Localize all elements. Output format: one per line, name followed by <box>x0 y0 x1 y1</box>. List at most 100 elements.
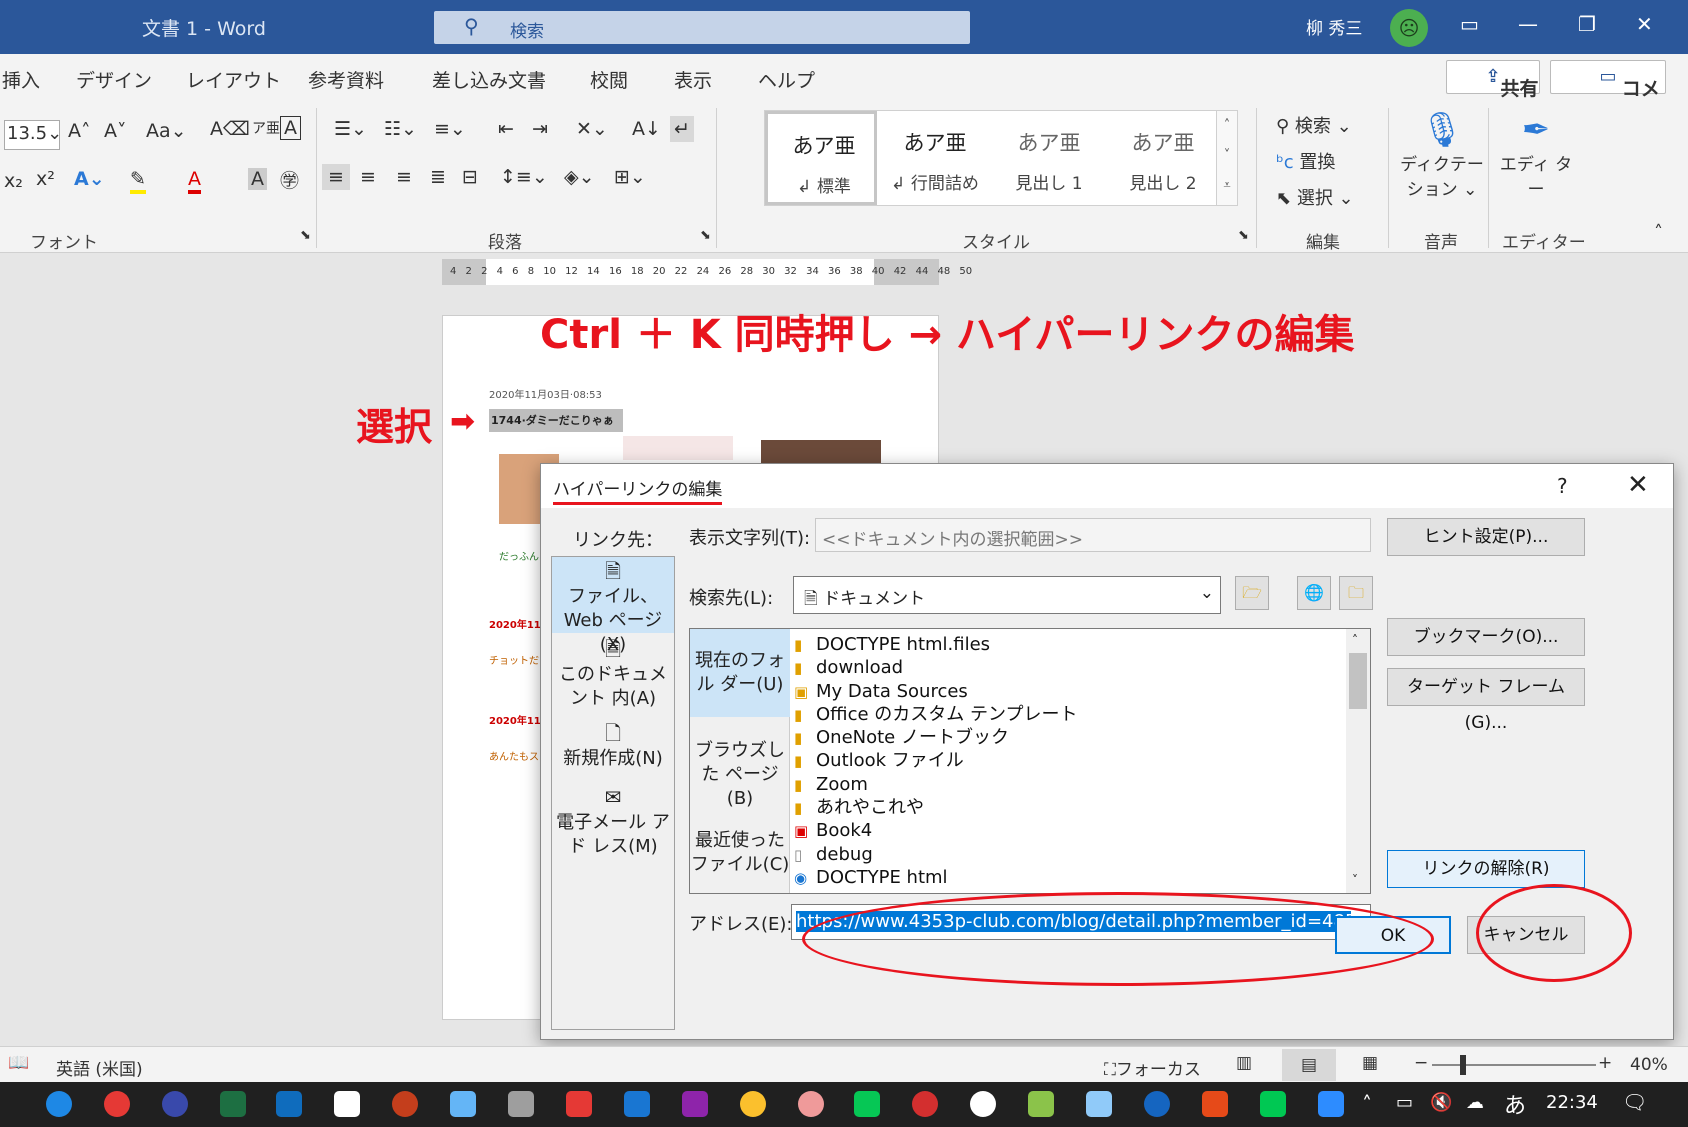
list-item[interactable]: ▮ Zoom <box>794 773 1344 796</box>
tab-layout[interactable]: レイアウト <box>186 66 281 93</box>
app3-taskbar-icon[interactable] <box>912 1091 938 1117</box>
editor-button[interactable]: ✒ エディ ター <box>1498 110 1574 200</box>
google-taskbar-icon[interactable] <box>970 1091 996 1117</box>
loc-browsed-pages[interactable]: ブラウズした ページ(B) <box>690 739 790 811</box>
avatar[interactable]: ☹ <box>1390 9 1428 47</box>
text-effects-icon[interactable]: A⌄ <box>74 168 105 190</box>
youtube-taskbar-icon[interactable] <box>566 1091 592 1117</box>
zoom-in-icon[interactable]: + <box>1598 1053 1612 1073</box>
list-item[interactable]: ▮ DOCTYPE html.files <box>794 633 1344 656</box>
align-center-icon[interactable]: ≡ <box>360 166 376 188</box>
edit-replace-button[interactable]: ᵇc 置換 <box>1276 148 1335 174</box>
focus-button[interactable]: ⛶フォーカス <box>1104 1055 1201 1080</box>
onedrive-taskbar-icon[interactable] <box>1144 1091 1170 1117</box>
edit-select-button[interactable]: ⬉ 選択 ⌄ <box>1276 184 1354 210</box>
clear-format-icon[interactable]: A⌫ <box>210 118 250 140</box>
share-button[interactable]: ⇪ 共有 <box>1446 60 1540 100</box>
notification-icon[interactable]: 🗨 <box>1622 1090 1647 1114</box>
tab-view[interactable]: 表示 <box>674 66 712 93</box>
list-item[interactable]: ▮ Office のカスタム テンプレート <box>794 703 1344 726</box>
amazon-taskbar-icon[interactable] <box>334 1091 360 1117</box>
nav-file-web[interactable]: 🗎 ファイル、Web ページ(X) <box>552 557 674 655</box>
up-folder-button[interactable]: 🗁 <box>1235 576 1269 610</box>
browse-web-button[interactable]: 🌐 <box>1297 576 1331 610</box>
list-item[interactable]: ▮ OneNote ノートブック <box>794 726 1344 749</box>
line-spacing-icon[interactable]: ↕≡⌄ <box>500 166 548 188</box>
read-mode-icon[interactable]: 📖 <box>8 1053 29 1073</box>
tab-references[interactable]: 参考資料 <box>308 66 384 93</box>
nav-this-document[interactable]: 🗎 このドキュメント 内(A) <box>552 637 674 713</box>
close-icon[interactable]: ✕ <box>1636 12 1653 36</box>
char-shading-icon[interactable]: A <box>248 168 267 190</box>
app2-taskbar-icon[interactable] <box>798 1091 824 1117</box>
tab-mailings[interactable]: 差し込み文書 <box>432 66 546 93</box>
zoom-slider[interactable] <box>1432 1064 1596 1066</box>
search-box[interactable]: ⚲ 検索 <box>434 11 970 44</box>
chrome-taskbar-icon[interactable] <box>104 1091 130 1117</box>
palette-taskbar-icon[interactable] <box>740 1091 766 1117</box>
app-taskbar-icon[interactable] <box>450 1091 476 1117</box>
multilevel-list-icon[interactable]: ≡⌄ <box>434 118 466 140</box>
style-heading2[interactable]: あア亜 見出し 2 <box>1107 111 1219 205</box>
list-item[interactable]: ▣ Book4 <box>794 819 1344 842</box>
web-layout-icon[interactable]: ▦ <box>1362 1053 1378 1073</box>
align-left-icon[interactable]: ≡ <box>322 164 350 190</box>
style-normal[interactable]: あア亜 ↲ 標準 <box>765 111 877 205</box>
highlight-icon[interactable]: ✎ <box>130 168 146 194</box>
restore-icon[interactable]: ❐ <box>1578 12 1596 36</box>
loc-recent-files[interactable]: 最近使った ファイル(C) <box>690 829 790 877</box>
tab-review[interactable]: 校閲 <box>590 66 628 93</box>
zoom-slider-thumb[interactable] <box>1460 1055 1466 1075</box>
sort-icon[interactable]: A↓ <box>632 118 661 140</box>
nav-email[interactable]: ✉ 電子メール アド レス(M) <box>552 785 674 861</box>
printer-taskbar-icon[interactable] <box>508 1091 534 1117</box>
doc-selected-text[interactable]: 1744·ダミーだこりゃぁ <box>489 409 623 432</box>
nav-new-document[interactable]: 🗋 新規作成(N) <box>552 721 674 781</box>
shading-icon[interactable]: ◈⌄ <box>564 166 595 188</box>
borders-icon[interactable]: ⊞⌄ <box>614 166 646 188</box>
minimize-icon[interactable]: — <box>1518 12 1538 36</box>
font-color-icon[interactable]: A <box>188 168 201 194</box>
list-item[interactable]: ▮ Outlook ファイル <box>794 749 1344 772</box>
align-right-icon[interactable]: ≡ <box>396 166 412 188</box>
justify-icon[interactable]: ≣ <box>430 166 446 188</box>
ime-indicator[interactable]: あ <box>1504 1088 1526 1120</box>
file-list-scrollbar[interactable]: ˄ ˅ <box>1346 629 1370 893</box>
increase-indent-icon[interactable]: ⇥ <box>532 118 548 140</box>
volume-icon[interactable]: 🔇 <box>1430 1092 1452 1113</box>
user-name[interactable]: 柳 秀三 <box>1306 14 1362 39</box>
print-layout-icon[interactable]: ▤ <box>1282 1049 1336 1081</box>
app5-taskbar-icon[interactable] <box>1086 1091 1112 1117</box>
list-item[interactable]: ▣ My Data Sources <box>794 680 1344 703</box>
list-item[interactable]: ▯ debug <box>794 843 1344 866</box>
shrink-font-icon[interactable]: A˅ <box>104 120 127 142</box>
language-indicator[interactable]: 英語 (米国) <box>56 1055 143 1080</box>
play-taskbar-icon[interactable] <box>1260 1091 1286 1117</box>
edit-find-button[interactable]: ⚲ 検索 ⌄ <box>1276 112 1352 138</box>
tab-insert[interactable]: 挿入 <box>2 66 40 93</box>
style-no-spacing[interactable]: あア亜 ↲ 行間詰め <box>879 111 991 205</box>
style-gallery-scroll[interactable]: ˄ ˅ ⩡ <box>1216 110 1238 206</box>
font-dialog-launcher-icon[interactable]: ⬊ <box>300 228 311 243</box>
show-marks-icon[interactable]: ↵ <box>670 116 694 142</box>
font-size-select[interactable]: 13.5⌄ <box>4 120 62 150</box>
phonetic-icon[interactable]: ア亜 <box>252 118 280 138</box>
bookmark-button[interactable]: ブックマーク(O)... <box>1387 618 1585 656</box>
edge-taskbar-icon[interactable] <box>46 1091 72 1117</box>
zoom-level[interactable]: 40% <box>1630 1055 1668 1075</box>
numbering-icon[interactable]: ☷⌄ <box>384 118 417 140</box>
enclose-char-icon[interactable]: ㊫ <box>280 166 299 193</box>
grow-font-icon[interactable]: A˄ <box>68 120 91 142</box>
list-item[interactable]: ◉ DOCTYPE html <box>794 866 1344 889</box>
loc-current-folder[interactable]: 現在のフォル ダー(U) <box>690 629 790 717</box>
battery-icon[interactable]: ▭ <box>1396 1092 1413 1113</box>
app4-taskbar-icon[interactable] <box>1028 1091 1054 1117</box>
target-frame-button[interactable]: ターゲット フレーム(G)... <box>1387 668 1585 733</box>
photos-taskbar-icon[interactable] <box>624 1091 650 1117</box>
lookin-select[interactable]: 🗎 ドキュメント ⌄ <box>793 576 1221 614</box>
superscript-icon[interactable]: x² <box>36 168 55 190</box>
browse-file-button[interactable]: 🗀 <box>1339 576 1373 610</box>
distribute-icon[interactable]: ⊟ <box>462 166 478 188</box>
people-taskbar-icon[interactable] <box>162 1091 188 1117</box>
char-border-icon[interactable]: A <box>280 116 301 140</box>
